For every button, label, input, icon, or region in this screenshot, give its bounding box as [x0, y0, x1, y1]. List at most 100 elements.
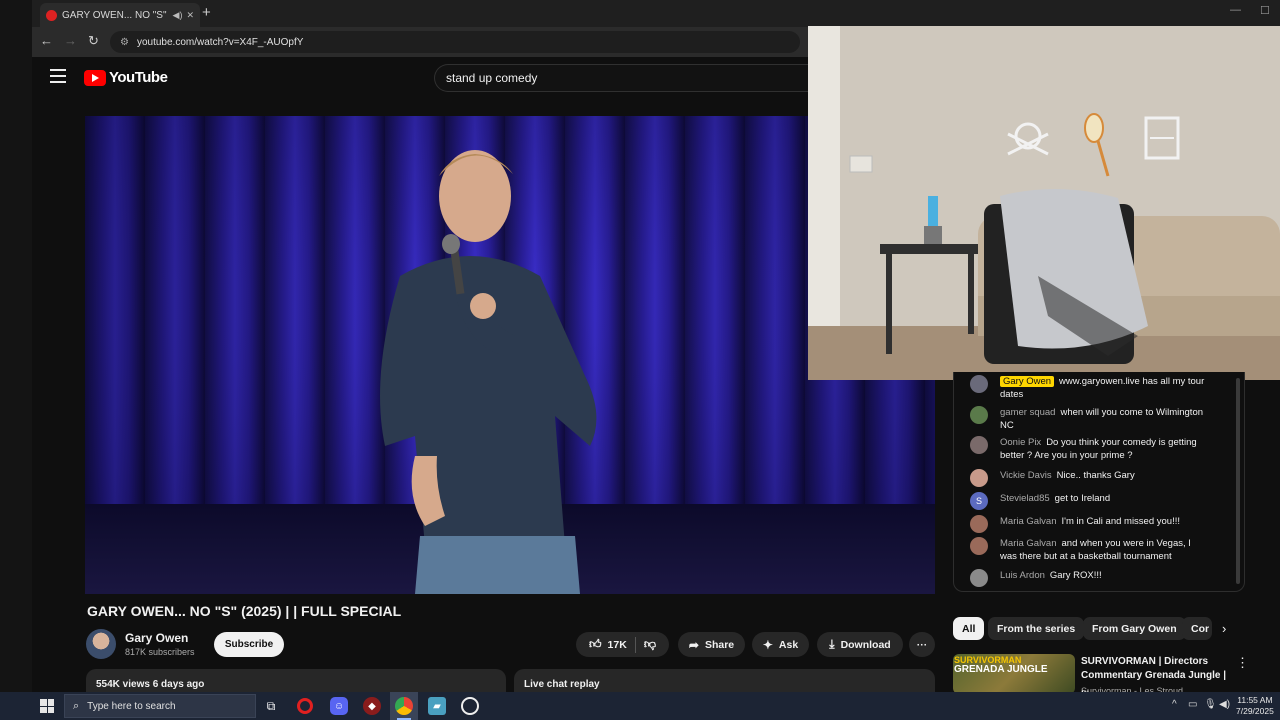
chat-author[interactable]: Stevielad85: [1000, 493, 1050, 504]
chat-author[interactable]: Maria Galvan: [1000, 516, 1057, 527]
url-text: youtube.com/watch?v=X4F_-AUOpfY: [136, 36, 304, 48]
webcam-overlay: [808, 26, 1280, 380]
sparkle-icon: ✦: [762, 637, 773, 652]
chat-message[interactable]: gamer squad when will you come to Wilming…: [970, 406, 1210, 432]
room-scene: [808, 26, 1280, 380]
chat-author[interactable]: Luis Ardon: [1000, 570, 1045, 581]
like-dislike-group: 👍︎ 17K 👎︎: [576, 632, 669, 657]
chevron-right-icon[interactable]: ›: [1222, 621, 1226, 636]
video-title: GARY OWEN... NO "S" (2025) | | FULL SPEC…: [87, 603, 402, 619]
chevron-up-icon[interactable]: ^: [1172, 699, 1177, 710]
like-count[interactable]: 17K: [608, 639, 627, 651]
chat-author[interactable]: Gary Owen: [1000, 376, 1055, 387]
chat-message[interactable]: Luis Ardon Gary ROX!!!: [970, 569, 1210, 587]
search-input[interactable]: stand up comedy: [434, 64, 808, 92]
tab-title: GARY OWEN... NO "S" (202: [62, 9, 169, 21]
maximize-icon[interactable]: ☐: [1260, 4, 1270, 17]
close-icon[interactable]: ✕: [186, 10, 194, 21]
youtube-logo[interactable]: YouTube: [84, 69, 168, 86]
share-icon: ➦: [688, 637, 699, 652]
chat-text: get to Ireland: [1054, 493, 1111, 504]
ask-label: Ask: [778, 638, 799, 651]
reload-icon[interactable]: ↻: [88, 33, 99, 49]
youtube-favicon-icon: [46, 9, 57, 21]
youtube-logo-text: YouTube: [109, 69, 168, 86]
task-view-icon[interactable]: ⧉: [262, 697, 280, 715]
youtube-play-icon: [84, 69, 106, 86]
chat-text: Nice.. thanks Gary: [1056, 470, 1135, 481]
chat-message[interactable]: Maria Galvan I'm in Cali and missed you!!…: [970, 515, 1210, 533]
share-button[interactable]: ➦ Share: [678, 632, 745, 657]
channel-name[interactable]: Gary Owen: [125, 631, 188, 645]
chat-message[interactable]: S Stevielad85 get to Ireland: [970, 492, 1210, 510]
chat-author[interactable]: Vickie Davis: [1000, 470, 1052, 481]
notes-app-icon[interactable]: ▰: [428, 697, 446, 715]
youtube-header: YouTube stand up comedy: [32, 57, 808, 99]
share-label: Share: [704, 638, 735, 651]
thumb-line2: GRENADA JUNGLE: [954, 664, 1048, 675]
microphone-icon[interactable]: 🎙︎: [1204, 699, 1217, 710]
chat-avatar[interactable]: [970, 406, 988, 424]
subscribe-button[interactable]: Subscribe: [214, 632, 284, 657]
channel-avatar[interactable]: [86, 629, 116, 659]
chat-message[interactable]: Oonie Pix Do you think your comedy is get…: [970, 436, 1210, 462]
site-info-icon[interactable]: ⚙: [120, 37, 129, 48]
ask-button[interactable]: ✦ Ask: [752, 632, 809, 657]
taskbar-search-input[interactable]: ⌕ Type here to search: [64, 694, 256, 718]
chat-message[interactable]: Maria Galvan and when you were in Vegas, …: [970, 537, 1210, 563]
speaker-icon[interactable]: ◀): [173, 10, 183, 21]
kebab-menu-icon[interactable]: ⋮: [1236, 655, 1249, 671]
chat-author[interactable]: Maria Galvan: [1000, 538, 1057, 549]
more-icon: ···: [916, 638, 928, 651]
chip-truncated[interactable]: Cor: [1182, 617, 1212, 640]
volume-icon[interactable]: ◀): [1219, 699, 1230, 710]
chat-avatar[interactable]: [970, 375, 988, 393]
taskbar-search-placeholder: Type here to search: [87, 700, 176, 712]
chat-message[interactable]: Gary Owen www.garyowen.live has all my to…: [970, 375, 1210, 401]
opera-icon[interactable]: [297, 698, 313, 714]
taskbar-clock[interactable]: 11:55 AM 7/29/2025: [1236, 695, 1274, 717]
chat-text: Gary ROX!!!: [1049, 570, 1102, 581]
game-app-icon[interactable]: ◆: [363, 697, 381, 715]
windows-start-icon[interactable]: [40, 699, 54, 713]
left-edge: [0, 0, 32, 692]
windows-taskbar: ⌕ Type here to search ⧉ ☺ ◆: [0, 692, 1280, 720]
search-value: stand up comedy: [446, 71, 538, 85]
obs-icon[interactable]: [461, 697, 479, 715]
browser-tab-bar: GARY OWEN... NO "S" (202 ◀) ✕ + — ☐: [32, 0, 1280, 27]
recommendation-thumbnail[interactable]: SURVIVORMAN GRENADA JUNGLE: [953, 654, 1075, 694]
chat-avatar[interactable]: [970, 436, 988, 454]
chip-all[interactable]: All: [953, 617, 985, 640]
menu-icon[interactable]: [50, 69, 66, 83]
chat-avatar[interactable]: [970, 569, 988, 587]
more-actions-button[interactable]: ···: [909, 632, 935, 657]
address-bar-row: ← → ↻ ⚙ youtube.com/watch?v=X4F_-AUOpfY: [32, 27, 808, 57]
like-icon[interactable]: 👍︎: [589, 637, 602, 652]
back-icon[interactable]: ←: [40, 33, 53, 48]
minimize-icon[interactable]: —: [1230, 4, 1241, 16]
live-chat-label: Live chat replay: [524, 679, 600, 690]
url-input[interactable]: ⚙ youtube.com/watch?v=X4F_-AUOpfY: [110, 31, 800, 53]
chrome-icon[interactable]: [395, 697, 413, 715]
clock-time: 11:55 AM: [1237, 695, 1273, 705]
discord-icon[interactable]: ☺: [330, 697, 348, 715]
chat-message[interactable]: Vickie Davis Nice.. thanks Gary: [970, 469, 1210, 487]
download-button[interactable]: ⤓ Download: [817, 632, 903, 657]
chat-author[interactable]: gamer squad: [1000, 407, 1055, 418]
download-icon: ⤓: [829, 637, 835, 651]
live-chat-panel[interactable]: Gary Owen www.garyowen.live has all my to…: [953, 372, 1245, 592]
forward-icon[interactable]: →: [64, 33, 77, 48]
chip-from-the-series[interactable]: From the series: [988, 617, 1085, 640]
chat-scrollbar[interactable]: [1236, 378, 1240, 584]
chat-author[interactable]: Oonie Pix: [1000, 437, 1041, 448]
network-icon[interactable]: ▭: [1188, 699, 1197, 710]
chat-avatar[interactable]: S: [970, 492, 988, 510]
chat-avatar[interactable]: [970, 469, 988, 487]
dislike-icon[interactable]: 👎︎: [644, 637, 656, 652]
chat-avatar[interactable]: [970, 537, 988, 555]
chat-avatar[interactable]: [970, 515, 988, 533]
chip-from-gary-owen[interactable]: From Gary Owen: [1083, 617, 1186, 640]
browser-tab[interactable]: GARY OWEN... NO "S" (202 ◀) ✕: [40, 3, 200, 27]
screen: GARY OWEN... NO "S" (202 ◀) ✕ + — ☐ ← → …: [0, 0, 1280, 720]
new-tab-button[interactable]: +: [202, 4, 211, 21]
